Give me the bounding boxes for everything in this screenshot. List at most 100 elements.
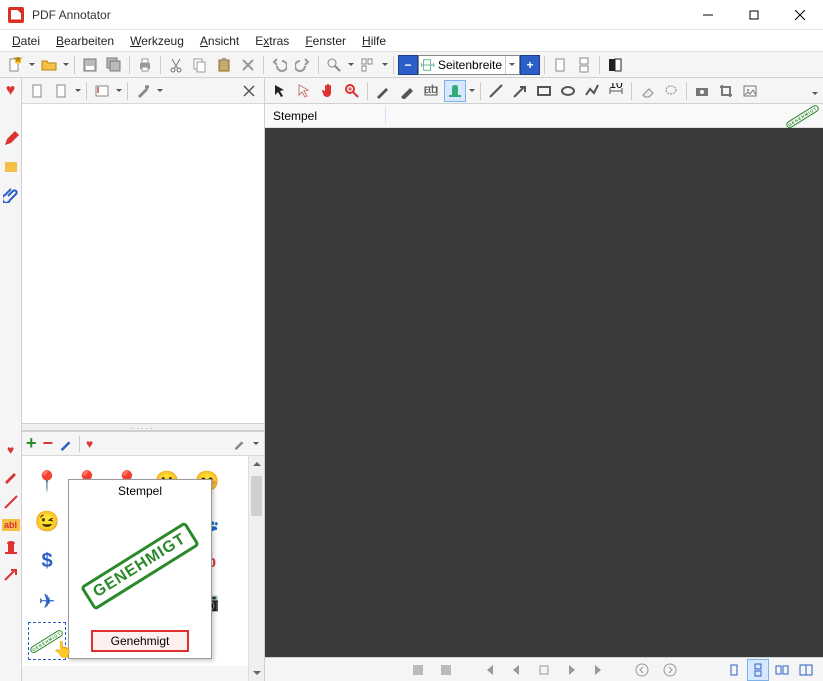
crop-tool[interactable] [715, 80, 737, 102]
remove-stamp-button[interactable]: − [43, 433, 54, 454]
sp-page-button[interactable] [26, 80, 48, 102]
note-icon[interactable] [2, 158, 20, 176]
measure-tool[interactable]: 10 [605, 80, 627, 102]
stamp-item[interactable]: $ [28, 542, 66, 580]
close-button[interactable] [777, 0, 823, 29]
sp-newpage-dropdown[interactable] [74, 80, 82, 102]
menu-edit[interactable]: Bearbeiten [50, 32, 120, 50]
sp-bookmark-dropdown[interactable] [115, 80, 123, 102]
stamp-item[interactable]: 😉 [28, 502, 66, 540]
print-button[interactable] [134, 54, 156, 76]
save-button[interactable] [79, 54, 101, 76]
highlighter-tool[interactable] [396, 80, 418, 102]
fav-text-icon[interactable]: abl [2, 519, 20, 531]
search-dropdown[interactable] [347, 54, 355, 76]
fav-stamp-button[interactable]: ♥ [86, 437, 93, 451]
layout-continuous[interactable] [747, 659, 769, 681]
menu-file[interactable]: Datei [6, 32, 46, 50]
stamp-tool[interactable] [444, 80, 466, 102]
nav-last[interactable] [589, 659, 611, 681]
attach-icon[interactable] [2, 186, 20, 204]
zoom-mode-select[interactable]: Seitenbreite [418, 55, 520, 75]
more-tools-dropdown[interactable] [811, 82, 819, 104]
undo-button[interactable] [268, 54, 290, 76]
delete-button[interactable] [237, 54, 259, 76]
save-all-button[interactable] [103, 54, 125, 76]
stamps-scrollbar[interactable] [248, 456, 264, 681]
ellipse-tool[interactable] [557, 80, 579, 102]
paste-button[interactable] [213, 54, 235, 76]
fav-stamp-icon[interactable] [2, 539, 20, 557]
pointer-tool[interactable] [269, 80, 291, 102]
pen-tool[interactable] [372, 80, 394, 102]
stamp-item[interactable]: ✈ [28, 582, 66, 620]
organize-dropdown[interactable] [381, 54, 389, 76]
redo-button[interactable] [292, 54, 314, 76]
open-button[interactable] [38, 54, 60, 76]
minimize-button[interactable] [685, 0, 731, 29]
stamp-genehmigt: GENEHMIGT [80, 521, 200, 610]
menu-view[interactable]: Ansicht [194, 32, 245, 50]
current-stamp-preview[interactable]: GENEHMIGT [789, 106, 817, 126]
menu-extras[interactable]: Extras [249, 32, 295, 50]
menu-help[interactable]: Hilfe [356, 32, 392, 50]
continuous-button[interactable] [573, 54, 595, 76]
fav-heart-icon[interactable]: ♥ [2, 441, 20, 459]
nav-prev[interactable] [505, 659, 527, 681]
fav-pen-icon[interactable] [2, 467, 20, 485]
arrow-tool[interactable] [509, 80, 531, 102]
document-canvas[interactable] [265, 128, 823, 657]
fav-arrow-icon[interactable] [2, 565, 20, 583]
nav-thumb1[interactable] [407, 659, 429, 681]
textbox-tool[interactable]: ab [420, 80, 442, 102]
nav-back[interactable] [631, 659, 653, 681]
pan-tool[interactable] [317, 80, 339, 102]
zoom-out-button[interactable]: − [398, 55, 418, 75]
nav-forward[interactable] [659, 659, 681, 681]
copy-button[interactable] [189, 54, 211, 76]
nav-thumb2[interactable] [435, 659, 457, 681]
maximize-button[interactable] [731, 0, 777, 29]
menu-window[interactable]: Fenster [299, 32, 352, 50]
sp-close-button[interactable] [238, 80, 260, 102]
edit-stamp-button[interactable] [59, 437, 73, 451]
lasso-tool[interactable] [660, 80, 682, 102]
zoom-tool[interactable] [341, 80, 363, 102]
snapshot-tool[interactable] [691, 80, 713, 102]
favorites-tab[interactable]: ♥ [2, 82, 20, 100]
nav-current[interactable] [533, 659, 555, 681]
stamp-item[interactable]: 📍 [28, 462, 66, 500]
pen-red-icon[interactable] [2, 130, 20, 148]
new-dropdown[interactable] [28, 54, 36, 76]
eraser-tool[interactable] [636, 80, 658, 102]
polyline-tool[interactable] [581, 80, 603, 102]
add-stamp-button[interactable]: + [26, 433, 37, 454]
menu-tool[interactable]: Werkzeug [124, 32, 190, 50]
line-tool[interactable] [485, 80, 507, 102]
open-dropdown[interactable] [62, 54, 70, 76]
image-tool[interactable] [739, 80, 761, 102]
sp-settings-dropdown[interactable] [156, 80, 164, 102]
fav-line-icon[interactable] [2, 493, 20, 511]
select-tool[interactable] [293, 80, 315, 102]
stamp-options-dropdown[interactable] [252, 433, 260, 455]
rect-tool[interactable] [533, 80, 555, 102]
layout-single[interactable] [723, 659, 745, 681]
sp-newpage-button[interactable] [50, 80, 72, 102]
panel-splitter[interactable]: ····· [22, 423, 264, 431]
nav-first[interactable] [477, 659, 499, 681]
cut-button[interactable] [165, 54, 187, 76]
single-page-button[interactable] [549, 54, 571, 76]
stamp-options-button[interactable] [232, 437, 246, 451]
organize-button[interactable] [357, 54, 379, 76]
dark-mode-button[interactable] [604, 54, 626, 76]
search-button[interactable] [323, 54, 345, 76]
zoom-in-button[interactable]: + [520, 55, 540, 75]
layout-book[interactable] [795, 659, 817, 681]
new-button[interactable]: ★ [4, 54, 26, 76]
layout-two-page[interactable] [771, 659, 793, 681]
nav-next[interactable] [561, 659, 583, 681]
stamp-tool-dropdown[interactable] [468, 80, 476, 102]
sp-bookmark-button[interactable] [91, 80, 113, 102]
sp-settings-button[interactable] [132, 80, 154, 102]
